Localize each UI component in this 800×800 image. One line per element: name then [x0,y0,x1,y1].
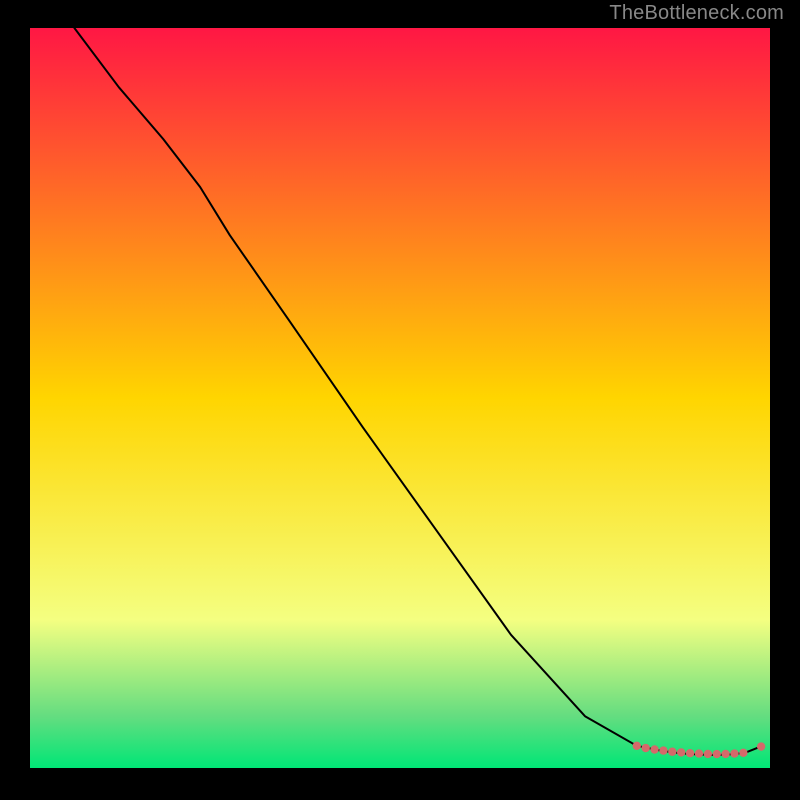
highlight-dot [757,742,765,750]
highlight-dot [677,748,685,756]
chart-svg [30,28,770,768]
highlight-dot [730,749,738,757]
highlight-dot [633,742,641,750]
highlight-dot [641,744,649,752]
highlight-dot [695,749,703,757]
highlight-dot [713,750,721,758]
highlight-dot [659,746,667,754]
highlight-dot [739,749,747,757]
highlight-dot [704,750,712,758]
highlight-dot [721,750,729,758]
bottleneck-chart [30,28,770,768]
highlight-dot [650,745,658,753]
highlight-dot [668,748,676,756]
watermark-text: TheBottleneck.com [609,2,784,25]
highlight-dot [686,749,694,757]
gradient-background [30,28,770,768]
